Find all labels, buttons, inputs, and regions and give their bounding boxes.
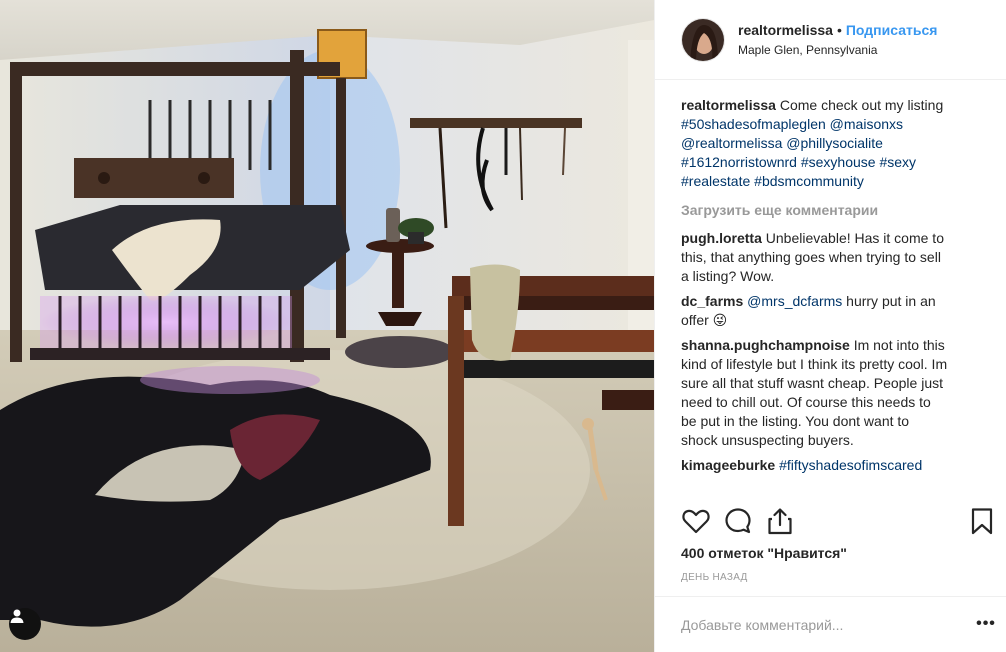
avatar-image [682,18,724,61]
separator-dot: • [836,22,842,38]
comment-text: Come check out my listing [779,97,944,113]
mention-link[interactable]: #realestate [681,173,750,189]
share-icon[interactable] [765,506,795,536]
likes-count[interactable]: 400 отметок "Нравится" [681,543,847,563]
mention-link[interactable]: #50shadesofmapleglen [681,116,826,132]
add-comment-bar: ••• [655,596,1006,652]
comment-username[interactable]: kimageeburke [681,457,775,473]
person-icon [10,609,24,623]
mention-link[interactable]: @mrs_dcfarms [747,293,842,309]
mention-link[interactable]: #1612norristownrd [681,154,797,170]
mention-link[interactable]: #sexyhouse [801,154,876,170]
mention-link[interactable]: @maisonxs [830,116,903,132]
heart-icon[interactable] [681,506,711,536]
comments-list[interactable]: realtormelissa Come check out my listing… [681,96,981,496]
avatar[interactable] [681,17,725,62]
comment-row: kimageeburke #fiftyshadesofimscared [681,456,949,475]
comment-username[interactable]: shanna.pughchampnoise [681,337,850,353]
caption: realtormelissa Come check out my listing… [681,96,971,191]
post-photo[interactable] [0,0,654,652]
mention-link[interactable]: #fiftyshadesofimscared [779,457,922,473]
comment-username[interactable]: dc_farms [681,293,743,309]
location-link[interactable]: Maple Glen, Pennsylvania [738,42,937,58]
load-more-comments-button[interactable]: Загрузить еще комментарии [681,201,981,219]
mention-link[interactable]: #sexy [879,154,916,170]
mention-link[interactable]: @phillysocialite [786,135,883,151]
photo-image [0,0,654,652]
comment-icon[interactable] [723,506,753,536]
comment-username[interactable]: pugh.loretta [681,230,762,246]
comment-row: shanna.pughchampnoise Im not into this k… [681,336,949,450]
bookmark-icon[interactable] [967,506,997,536]
mention-link[interactable]: #bdsmcommunity [754,173,864,189]
comment-row: pugh.loretta Unbelievable! Has it come t… [681,229,949,286]
post-header: realtormelissa • Подписаться Maple Glen, P… [655,0,1006,80]
comment-row: dc_farms @mrs_dcfarms hurry put in an of… [681,292,949,330]
user-tags-button[interactable] [9,608,41,640]
post-side-panel: realtormelissa • Подписаться Maple Glen, P… [654,0,1006,652]
post-timestamp[interactable]: ДЕНЬ НАЗАД [681,571,748,585]
more-options-button[interactable]: ••• [975,613,997,635]
action-bar [681,504,993,540]
author-username[interactable]: realtormelissa [738,22,833,38]
add-comment-input[interactable] [681,615,941,635]
caption-username[interactable]: realtormelissa [681,97,776,113]
follow-button[interactable]: Подписаться [846,22,938,38]
mention-link[interactable]: @realtormelissa [681,135,782,151]
comment-text: Im not into this kind of lifestyle but I… [681,337,948,448]
